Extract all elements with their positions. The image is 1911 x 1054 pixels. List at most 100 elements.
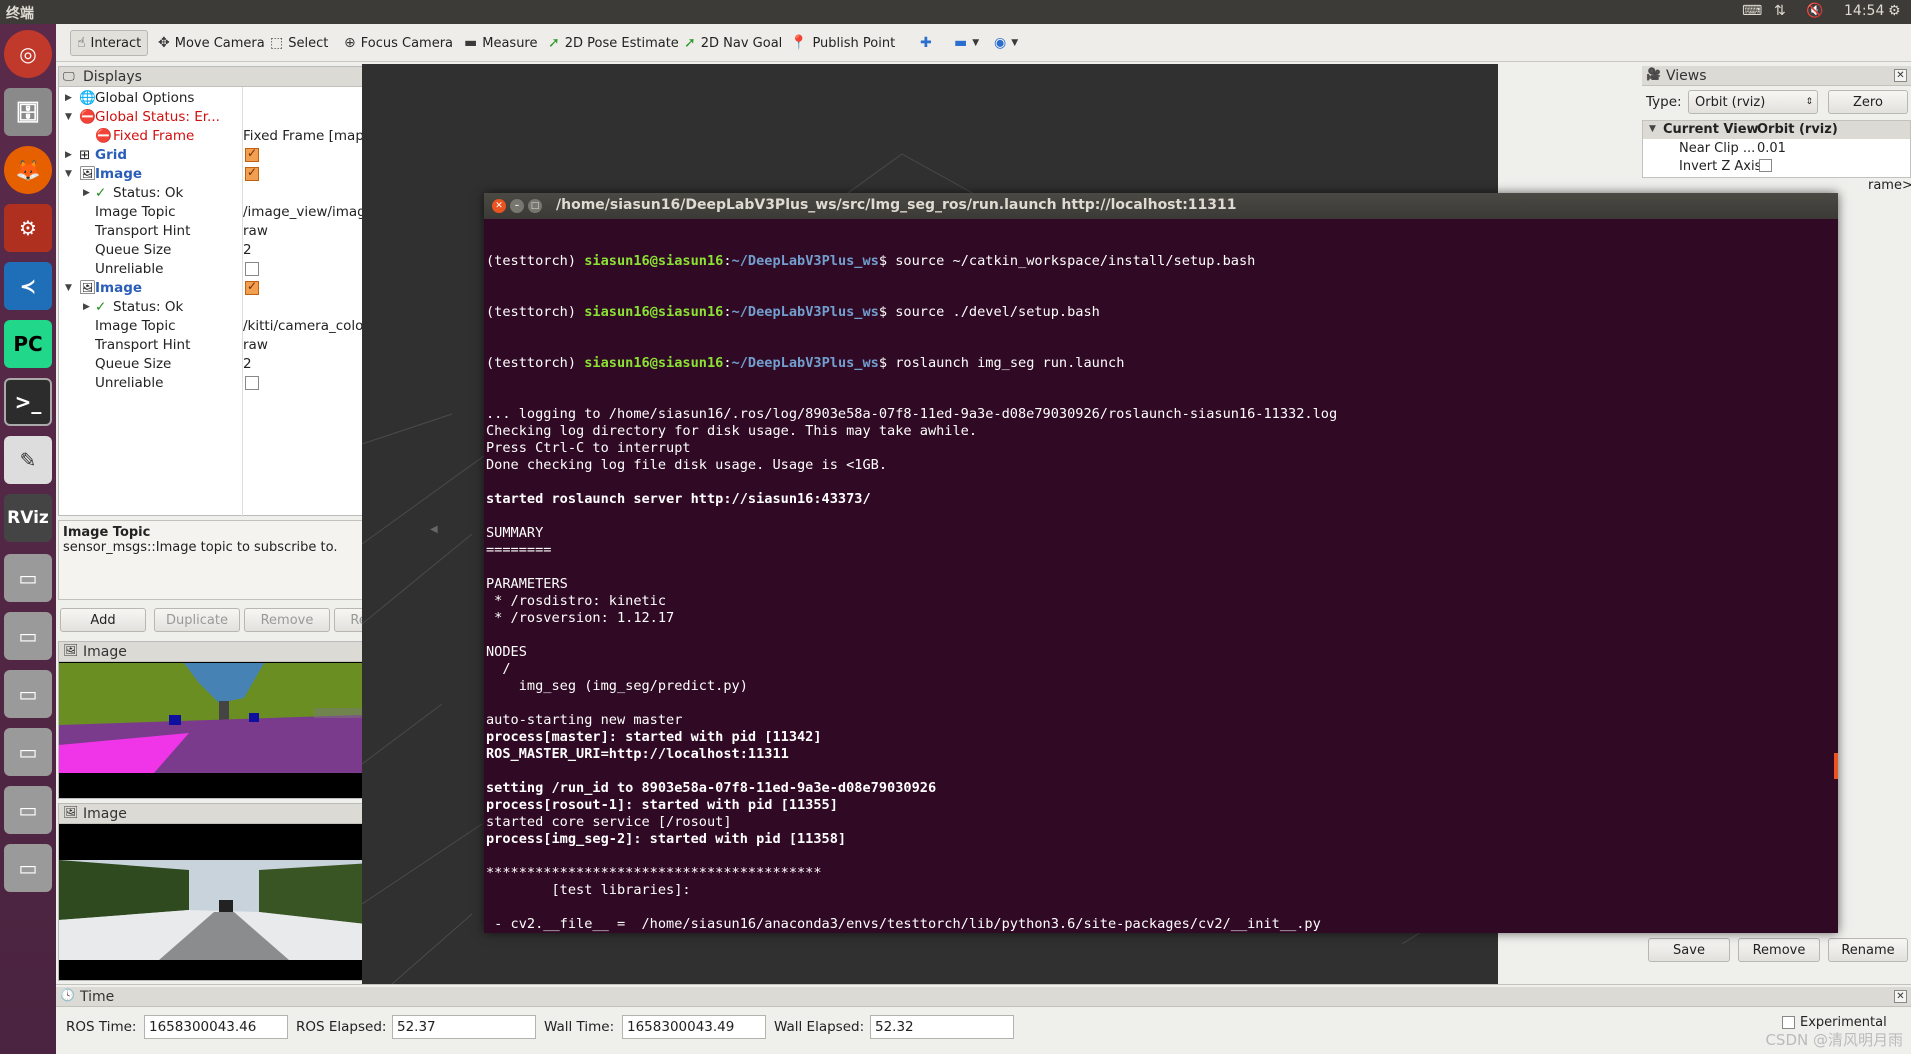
vscode-icon[interactable]: ≺ (4, 262, 52, 310)
focus-camera-tool[interactable]: ⊕ Focus Camera (338, 30, 459, 56)
wall-time-field[interactable]: 1658300043.49 (622, 1015, 766, 1039)
settings-icon[interactable]: ⚙ (4, 204, 52, 252)
current-view-row[interactable]: ▼ Current View Orbit (rviz) (1643, 121, 1910, 139)
checkmark-icon: ✓ (95, 298, 107, 315)
terminal-line: ****************************************… (486, 865, 822, 881)
terminal-line: ======== (486, 542, 552, 558)
invert-z-label: Invert Z Axis (1679, 159, 1762, 174)
move-icon: ✥ (158, 35, 170, 51)
ros-elapsed-field[interactable]: 52.37 (392, 1015, 536, 1039)
error-icon: ⛔ (95, 127, 112, 144)
add-tool-button[interactable]: ✚ (914, 30, 938, 56)
close-icon[interactable]: ✕ (1894, 990, 1907, 1003)
drive-icon[interactable]: ▭ (4, 670, 52, 718)
terminal-line: started core service [/rosout] (486, 814, 732, 830)
chevron-right-icon[interactable]: ▶ (83, 188, 90, 198)
chevron-down-icon[interactable]: ▼ (1649, 124, 1656, 134)
terminal-line: Press Ctrl-C to interrupt (486, 440, 691, 456)
chevron-right-icon[interactable]: ▶ (65, 150, 72, 160)
plus-icon: ✚ (920, 35, 932, 51)
target-frame-value: rame> (1868, 178, 1911, 193)
measure-tool[interactable]: ▬ Measure (458, 30, 543, 56)
image-enabled-checkbox[interactable] (245, 165, 259, 181)
near-clip-label: Near Clip ... (1679, 141, 1756, 156)
near-clip-value[interactable]: 0.01 (1757, 141, 1786, 156)
publish-point-tool[interactable]: 📍 Publish Point (784, 30, 901, 56)
zero-button[interactable]: Zero (1828, 90, 1908, 114)
keyboard-icon[interactable]: ⌨ (1742, 3, 1762, 19)
view-type-select[interactable]: Orbit (rviz) ⇕ (1688, 90, 1818, 114)
remove-tool-button[interactable]: ▬ ▼ (948, 30, 985, 56)
drive-icon[interactable]: ▭ (4, 612, 52, 660)
terminal-line: img_seg (img_seg/predict.py) (486, 678, 748, 694)
view-options-button[interactable]: ◉ ▼ (988, 30, 1024, 56)
select-icon: ⬚ (270, 35, 284, 51)
rviz-icon[interactable]: RViz (4, 494, 52, 542)
invert-z-checkbox[interactable] (1759, 159, 1772, 172)
pycharm-icon[interactable]: PC (4, 320, 52, 368)
chevron-right-icon[interactable]: ▶ (65, 93, 72, 103)
text-editor-icon[interactable]: ✎ (4, 436, 52, 484)
unreliable-checkbox[interactable] (245, 375, 259, 390)
pose-estimate-tool[interactable]: ➚ 2D Pose Estimate (542, 30, 685, 56)
image-enabled-checkbox[interactable] (245, 279, 259, 295)
add-button[interactable]: Add (60, 608, 146, 632)
type-label: Type: (1646, 94, 1682, 110)
ros-time-field[interactable]: 1658300043.46 (144, 1015, 288, 1039)
chevron-down-icon[interactable]: ▼ (65, 283, 72, 293)
terminal-line: process[rosout-1]: started with pid [113… (486, 797, 838, 813)
drive-icon[interactable]: ▭ (4, 786, 52, 834)
volume-muted-icon[interactable]: 🔇 (1806, 3, 1823, 19)
rename-view-button[interactable]: Rename (1828, 938, 1908, 962)
wall-elapsed-label: Wall Elapsed: (774, 1019, 865, 1035)
wall-elapsed-field[interactable]: 52.32 (870, 1015, 1014, 1039)
terminal-output[interactable]: (testtorch) siasun16@siasun16:~/DeepLabV… (484, 219, 1838, 933)
terminal-icon[interactable]: >_ (4, 378, 52, 426)
remove-button[interactable]: Remove (244, 608, 330, 632)
chevron-right-icon[interactable]: ▶ (83, 302, 90, 312)
nav-goal-tool[interactable]: ➚ 2D Nav Goal (678, 30, 788, 56)
close-icon[interactable]: ✕ (492, 199, 506, 213)
terminal-line: started roslaunch server http://siasun16… (486, 491, 871, 507)
minimize-icon[interactable]: – (510, 199, 524, 213)
terminal-line: Done checking log file disk usage. Usage… (486, 457, 888, 473)
drive-icon[interactable]: ▭ (4, 844, 52, 892)
grid-enabled-checkbox[interactable] (245, 146, 259, 162)
save-view-button[interactable]: Save (1648, 938, 1730, 962)
ubuntu-logo-icon[interactable]: ◎ (4, 30, 52, 78)
chevron-down-icon[interactable]: ▼ (65, 112, 72, 122)
unreliable-checkbox[interactable] (245, 261, 259, 276)
image-display-icon: 🖼 (63, 643, 79, 657)
terminal-line: ROS_MASTER_URI=http://localhost:11311 (486, 746, 789, 762)
drive-icon[interactable]: ▭ (4, 554, 52, 602)
map-pin-icon: 📍 (790, 35, 808, 51)
drive-icon[interactable]: ▭ (4, 728, 52, 776)
remove-view-button[interactable]: Remove (1738, 938, 1820, 962)
gear-icon[interactable]: ⚙ (1888, 3, 1901, 19)
move-camera-tool[interactable]: ✥ Move Camera (152, 30, 271, 56)
collapse-left-icon[interactable]: ◀ (430, 524, 438, 535)
maximize-icon[interactable]: □ (528, 199, 542, 213)
terminal-prompt-line: (testtorch) siasun16@siasun16:~/DeepLabV… (486, 355, 1125, 371)
firefox-icon[interactable]: 🦊 (4, 146, 52, 194)
grid-icon: ⊞ (79, 146, 91, 163)
duplicate-button[interactable]: Duplicate (154, 608, 240, 632)
interact-tool[interactable]: ☝ Interact (70, 30, 149, 56)
focus-icon: ⊕ (344, 35, 356, 51)
experimental-checkbox[interactable] (1782, 1016, 1795, 1029)
ros-time-label: ROS Time: (66, 1019, 137, 1035)
close-icon[interactable]: ✕ (1894, 69, 1907, 82)
scrollbar[interactable] (1834, 753, 1838, 779)
monitor-icon: 🖵 (63, 69, 75, 83)
watermark: CSDN @清风明月雨 (1765, 1031, 1903, 1049)
chevron-down-icon[interactable]: ▼ (65, 169, 72, 179)
select-tool[interactable]: ⬚ Select (264, 30, 334, 56)
clock[interactable]: 14:54 (1844, 3, 1884, 19)
network-icon[interactable]: ⇅ (1774, 3, 1786, 19)
files-icon[interactable]: 🗄 (4, 88, 52, 136)
